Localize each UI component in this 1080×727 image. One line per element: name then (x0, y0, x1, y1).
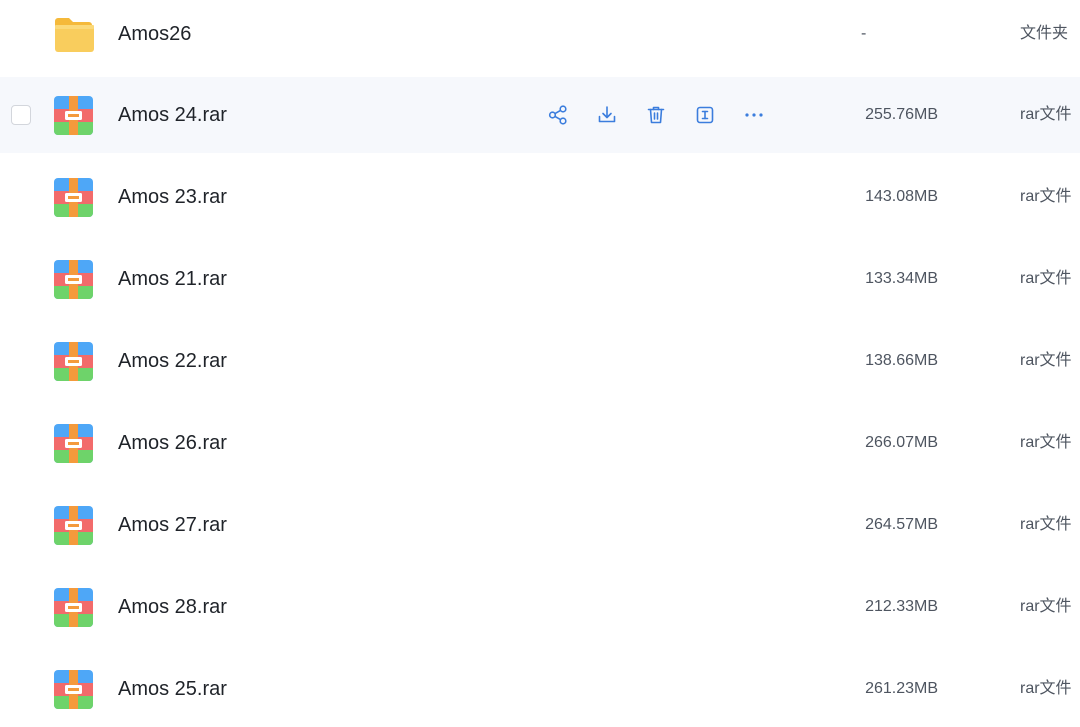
delete-button[interactable] (643, 102, 669, 128)
file-row[interactable]: Amos 26.rar 266.07MB rar文件 (0, 405, 1080, 481)
file-name[interactable]: Amos 28.rar (118, 569, 227, 645)
download-icon (598, 106, 616, 123)
file-type: rar文件 (1020, 352, 1072, 369)
file-row[interactable]: Amos 21.rar 133.34MB rar文件 (0, 241, 1080, 317)
share-button[interactable] (545, 102, 571, 128)
file-size: 138.66MB (865, 352, 938, 369)
file-size: 255.76MB (865, 106, 938, 123)
file-size: 261.23MB (865, 680, 938, 697)
file-size: - (861, 25, 867, 42)
file-size: 212.33MB (865, 598, 938, 615)
rar-archive-icon (53, 259, 94, 300)
more-button[interactable] (741, 102, 767, 128)
file-size: 264.57MB (865, 516, 938, 533)
file-row[interactable]: Amos 24.rar 255.76MB rar文件 (0, 77, 1080, 153)
file-name[interactable]: Amos 24.rar (118, 77, 227, 153)
rar-archive-icon (53, 505, 94, 546)
rar-archive-icon (53, 95, 94, 136)
file-row[interactable]: Amos 28.rar 212.33MB rar文件 (0, 569, 1080, 645)
file-name[interactable]: Amos 22.rar (118, 323, 227, 399)
file-row[interactable]: Amos26 - 文件夹 (0, 0, 1080, 72)
file-type: 文件夹 (1020, 25, 1069, 42)
file-size: 266.07MB (865, 434, 938, 451)
file-row[interactable]: Amos 25.rar 261.23MB rar文件 (0, 651, 1080, 727)
rar-archive-icon (53, 669, 94, 710)
file-row[interactable]: Amos 23.rar 143.08MB rar文件 (0, 159, 1080, 235)
rename-icon (696, 106, 714, 124)
file-name[interactable]: Amos 27.rar (118, 487, 227, 563)
file-type: rar文件 (1020, 270, 1072, 287)
folder-icon (53, 14, 94, 55)
rar-archive-icon (53, 341, 94, 382)
file-type: rar文件 (1020, 598, 1072, 615)
file-size: 143.08MB (865, 188, 938, 205)
rename-button[interactable] (692, 102, 718, 128)
file-name[interactable]: Amos 21.rar (118, 241, 227, 317)
download-button[interactable] (594, 102, 620, 128)
file-type: rar文件 (1020, 188, 1072, 205)
file-name[interactable]: Amos 25.rar (118, 651, 227, 727)
row-checkbox[interactable] (11, 105, 31, 125)
file-type: rar文件 (1020, 680, 1072, 697)
file-type: rar文件 (1020, 434, 1072, 451)
row-actions (545, 102, 790, 128)
file-row[interactable]: Amos 22.rar 138.66MB rar文件 (0, 323, 1080, 399)
delete-icon (647, 106, 665, 124)
more-icon (745, 113, 763, 117)
rar-archive-icon (53, 177, 94, 218)
rar-archive-icon (53, 423, 94, 464)
rar-archive-icon (53, 587, 94, 628)
share-icon (548, 105, 567, 125)
file-row[interactable]: Amos 27.rar 264.57MB rar文件 (0, 487, 1080, 563)
file-type: rar文件 (1020, 516, 1072, 533)
file-name[interactable]: Amos 23.rar (118, 159, 227, 235)
file-type: rar文件 (1020, 106, 1072, 123)
file-size: 133.34MB (865, 270, 938, 287)
file-name[interactable]: Amos 26.rar (118, 405, 227, 481)
file-name[interactable]: Amos26 (118, 0, 191, 72)
file-list: Amos26 - 文件夹 Amos 24.rar 255.76MB rar文件 … (0, 0, 1080, 712)
